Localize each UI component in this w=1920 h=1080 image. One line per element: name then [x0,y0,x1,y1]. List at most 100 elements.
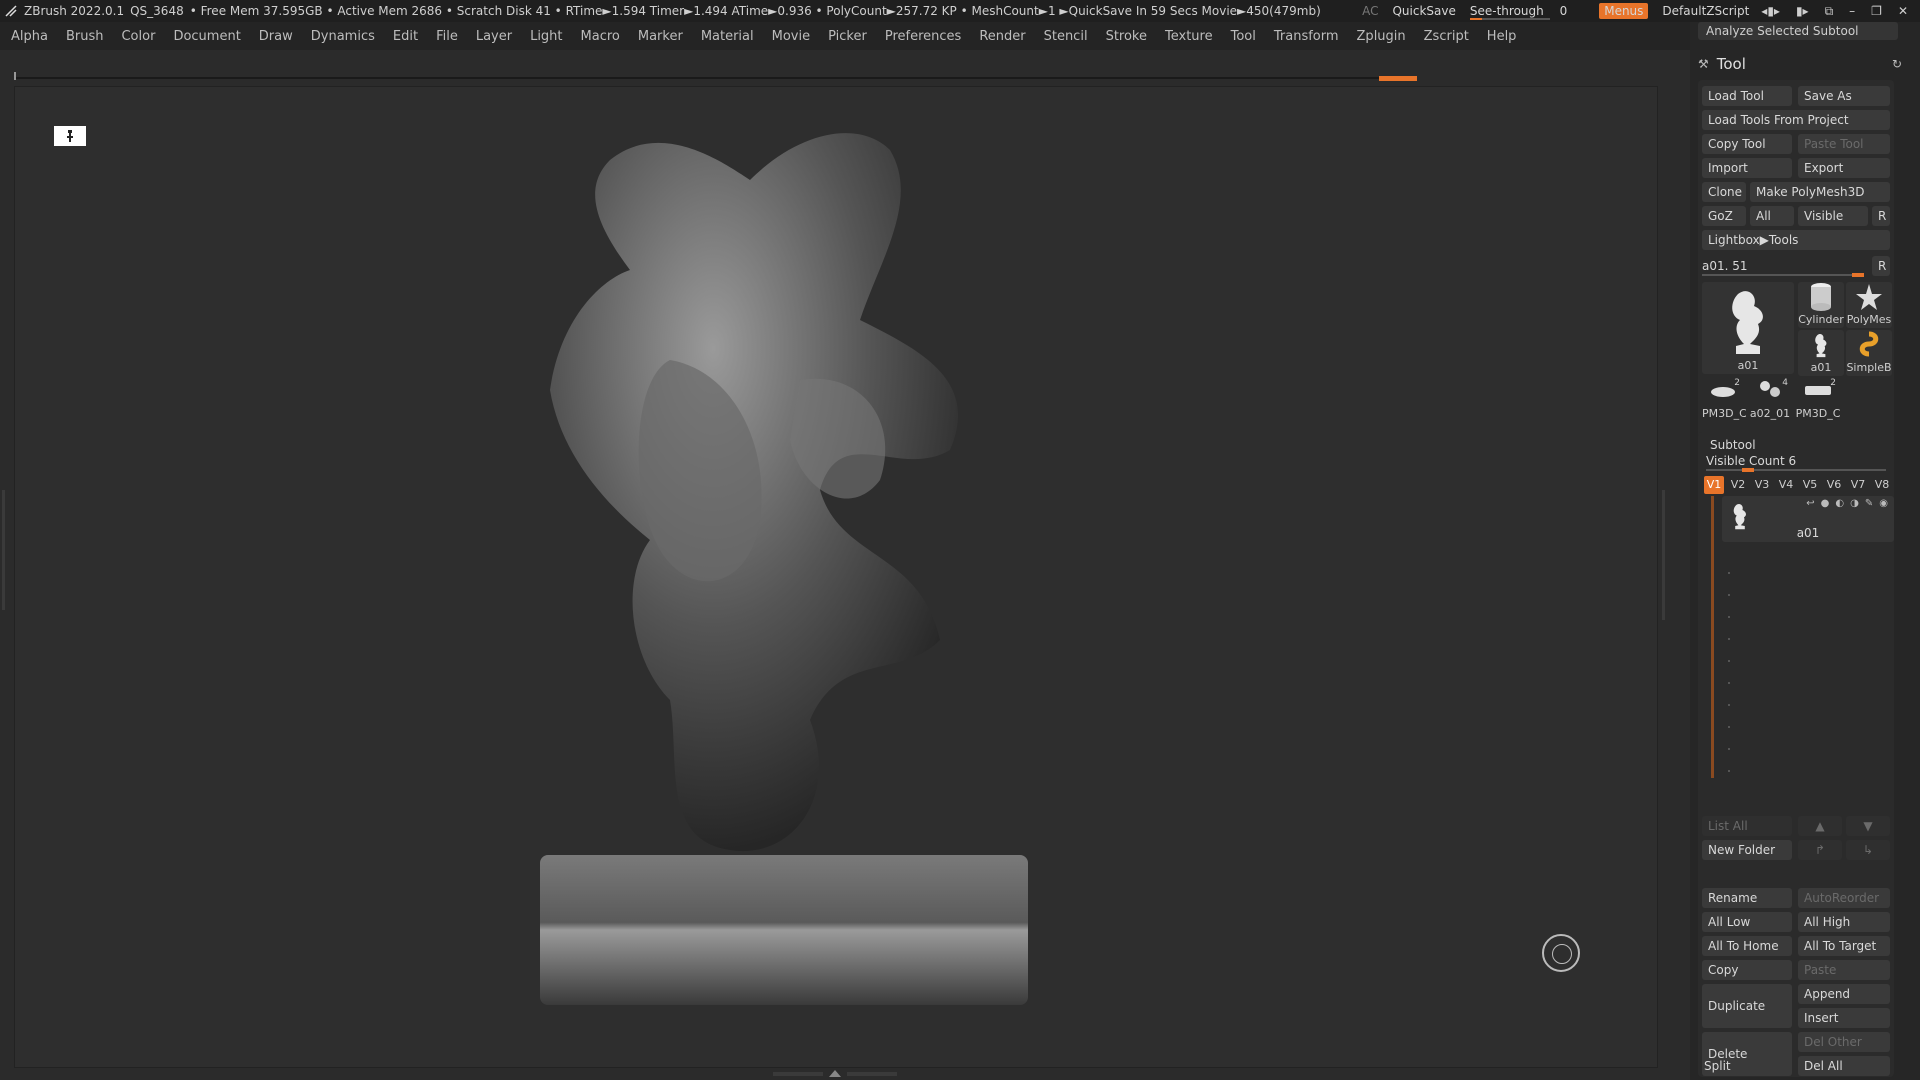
menu-stencil[interactable]: Stencil [1044,29,1088,44]
timeline-cursor[interactable] [14,72,16,80]
subtool-item[interactable]: ↩ ● ◐ ◑ ✎ ◉ a01 [1722,496,1894,542]
dynamesh-icon[interactable]: ◐ [1835,498,1844,509]
menu-alpha[interactable]: Alpha [11,29,48,44]
move-down-icon[interactable]: ▼ [1846,816,1890,836]
import-button[interactable]: Import [1702,158,1792,178]
visibility-set-v7[interactable]: V7 [1848,476,1868,494]
restore-icon[interactable]: ❐ [1871,4,1882,19]
duplicate-button[interactable]: Duplicate [1702,984,1792,1028]
visible-count-slider[interactable]: Visible Count 6 [1706,454,1892,472]
menu-stroke[interactable]: Stroke [1106,29,1147,44]
copy-tool-button[interactable]: Copy Tool [1702,134,1792,154]
menu-edit[interactable]: Edit [393,29,418,44]
tool-thumb-a01-small[interactable]: a01 [1798,330,1844,376]
folder-in-icon[interactable]: ↳ [1846,840,1890,860]
menu-draw[interactable]: Draw [259,29,293,44]
menu-color[interactable]: Color [121,29,155,44]
all-to-home-button[interactable]: All To Home [1702,936,1792,956]
new-folder-button[interactable]: New Folder [1702,840,1792,860]
visibility-set-v1[interactable]: V1 [1704,476,1724,494]
menu-dynamics[interactable]: Dynamics [311,29,375,44]
paste-button[interactable]: Paste [1798,960,1890,980]
quicksave-button[interactable]: QuickSave [1392,4,1455,18]
goz-r-button[interactable]: R [1872,206,1890,226]
visibility-set-v4[interactable]: V4 [1776,476,1796,494]
close-icon[interactable]: ✕ [1898,4,1908,19]
subtool-title[interactable]: Subtool [1710,438,1756,452]
brush-icon[interactable]: ✎ [1865,498,1873,509]
tool-thumb-cylinder[interactable]: Cylinder [1798,282,1844,328]
visibility-set-v8[interactable]: V8 [1872,476,1892,494]
goz-visible-button[interactable]: Visible [1798,206,1868,226]
lightbox-tools-button[interactable]: Lightbox▶Tools [1702,230,1890,250]
make-polymesh-button[interactable]: Make PolyMesh3D [1750,182,1890,202]
menu-render[interactable]: Render [979,29,1025,44]
menu-movie[interactable]: Movie [772,29,810,44]
tool-thumb-pm3d-c2[interactable]: 2 PM3D_C [1794,378,1842,422]
menu-transform[interactable]: Transform [1274,29,1339,44]
visibility-set-v6[interactable]: V6 [1824,476,1844,494]
export-button[interactable]: Export [1798,158,1890,178]
load-tool-button[interactable]: Load Tool [1702,86,1792,106]
visibility-set-v2[interactable]: V2 [1728,476,1748,494]
menu-texture[interactable]: Texture [1165,29,1213,44]
window-layout-icon[interactable]: ⧉ [1825,4,1834,19]
script-name[interactable]: DefaultZScript [1662,4,1749,18]
menu-document[interactable]: Document [173,29,240,44]
left-dock-handle[interactable] [0,490,6,610]
autoreorder-button[interactable]: AutoReorder [1798,888,1890,908]
move-up-icon[interactable]: ▲ [1798,816,1842,836]
orbit-control[interactable] [1542,934,1580,972]
menu-light[interactable]: Light [530,29,562,44]
del-all-button[interactable]: Del All [1798,1056,1890,1076]
minimize-icon[interactable]: – [1849,4,1855,19]
load-from-project-button[interactable]: Load Tools From Project [1702,110,1890,130]
menu-material[interactable]: Material [701,29,754,44]
polyframe-icon[interactable]: ● [1821,498,1830,509]
menu-tool[interactable]: Tool [1231,29,1256,44]
menu-zscript[interactable]: Zscript [1424,29,1469,44]
menu-file[interactable]: File [436,29,458,44]
subtool-scrollbar[interactable] [1711,496,1714,778]
tool-thumb-a02-01[interactable]: 4 a02_01 [1748,378,1792,422]
sculpt-model[interactable] [540,120,1100,1020]
all-to-target-button[interactable]: All To Target [1798,936,1890,956]
bottom-shelf-handle[interactable] [770,1070,900,1078]
tool-slider-r-button[interactable]: R [1872,256,1890,276]
tool-thumb-a01-main[interactable]: a01 [1702,282,1794,374]
insert-button[interactable]: Insert [1798,1008,1890,1028]
tool-thumb-simpleb[interactable]: SimpleB [1846,330,1892,376]
menu-marker[interactable]: Marker [638,29,683,44]
timeline-marker[interactable] [1379,76,1417,81]
list-all-button[interactable]: List All [1702,816,1792,836]
eye-icon[interactable]: ◉ [1879,498,1888,509]
seethrough-slider[interactable]: See-through 0 [1469,4,1585,20]
tool-slider[interactable]: a01. 51 [1702,256,1890,277]
menu-help[interactable]: Help [1487,29,1517,44]
rename-button[interactable]: Rename [1702,888,1792,908]
clone-button[interactable]: Clone [1702,182,1746,202]
menu-picker[interactable]: Picker [828,29,867,44]
split-section[interactable]: Split [1704,1059,1731,1073]
menu-macro[interactable]: Macro [581,29,620,44]
save-as-button[interactable]: Save As [1798,86,1890,106]
menus-toggle[interactable]: Menus [1599,3,1649,19]
menu-zplugin[interactable]: Zplugin [1357,29,1406,44]
paste-tool-button[interactable]: Paste Tool [1798,134,1890,154]
menu-layer[interactable]: Layer [476,29,512,44]
layout-icon[interactable]: ▮▸ [1796,4,1809,19]
folder-out-icon[interactable]: ↱ [1798,840,1842,860]
visibility-set-v3[interactable]: V3 [1752,476,1772,494]
right-dock-handle[interactable] [1660,490,1666,620]
refresh-icon[interactable]: ↻ [1892,57,1902,71]
arrow-icon[interactable]: ↩ [1806,498,1814,509]
menu-brush[interactable]: Brush [66,29,104,44]
interface-mode-icon[interactable]: ◂▮▸ [1761,4,1780,19]
append-button[interactable]: Append [1798,984,1890,1004]
ac-toggle[interactable]: AC [1362,4,1378,18]
tool-thumb-pm3d-c1[interactable]: 2 PM3D_C [1702,378,1746,422]
tool-thumb-polymesh[interactable]: PolyMes [1846,282,1892,328]
tool-panel-header[interactable]: ⚒ Tool ↻ [1690,52,1920,76]
visibility-set-v5[interactable]: V5 [1800,476,1820,494]
all-high-button[interactable]: All High [1798,912,1890,932]
